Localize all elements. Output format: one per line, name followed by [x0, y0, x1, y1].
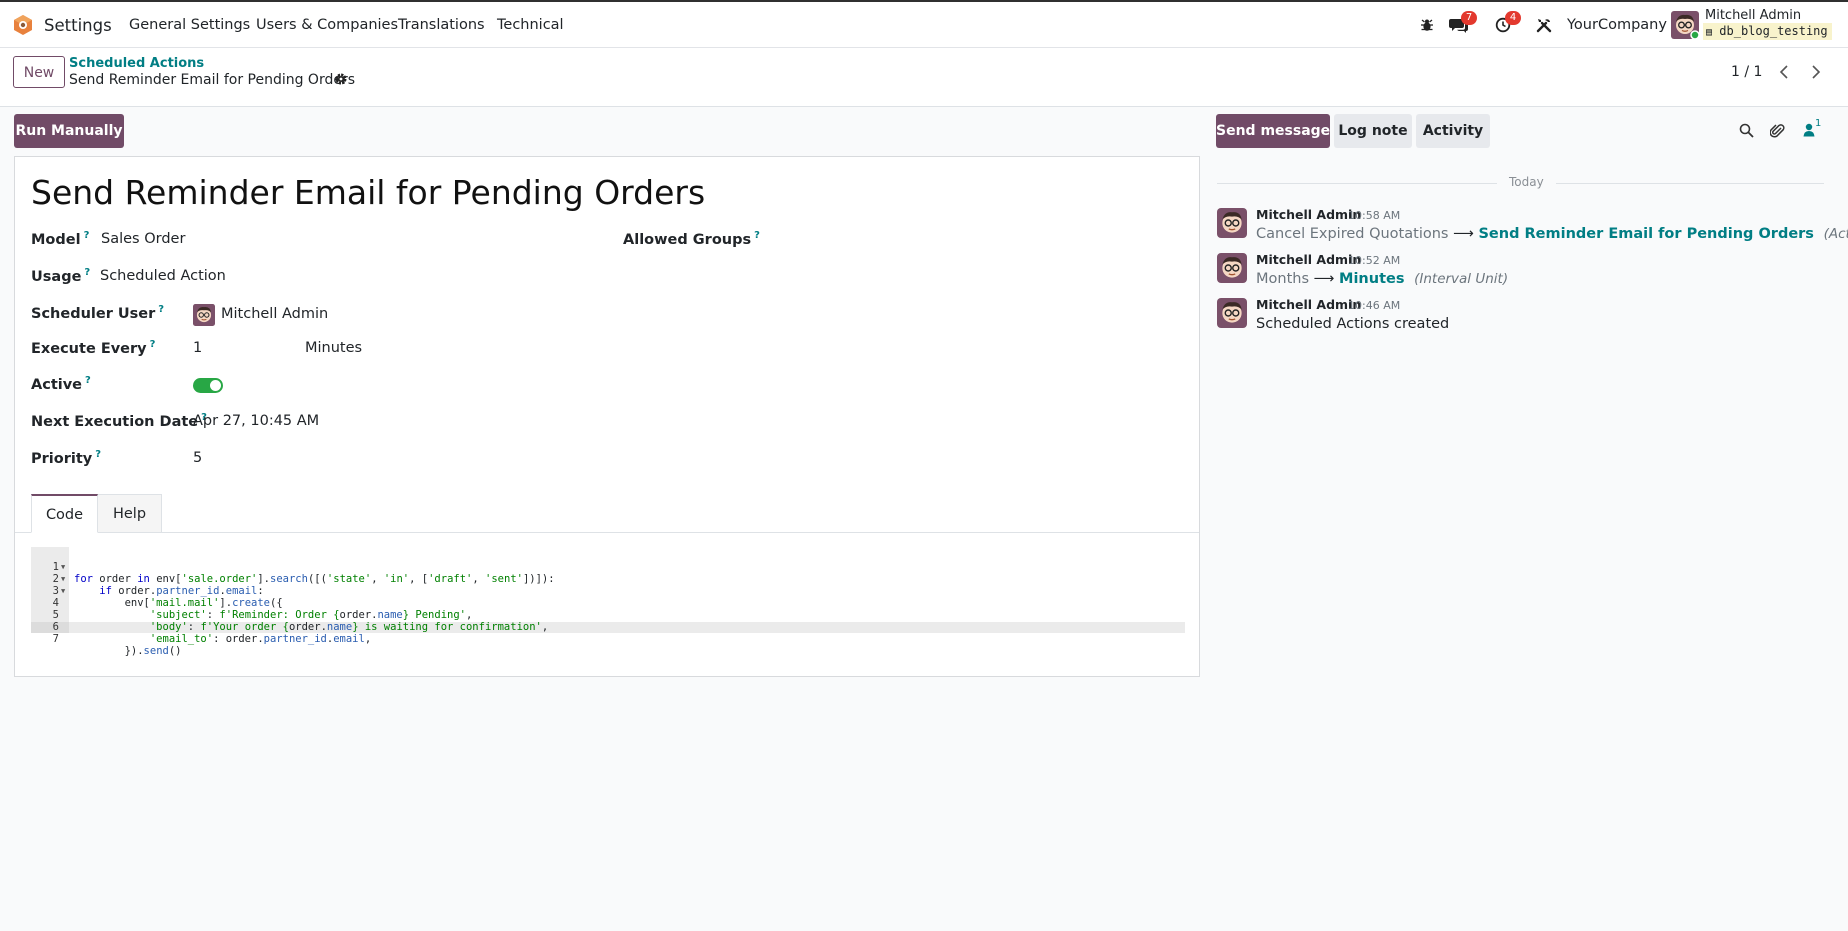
- help-tooltip-icon[interactable]: ?: [158, 304, 164, 315]
- new-value: Minutes: [1339, 271, 1405, 287]
- activity-clock-icon[interactable]: [1495, 2, 1511, 48]
- message-author-avatar[interactable]: [1217, 253, 1247, 283]
- code-line: 5 'body': f'Your order {order.name} is w…: [52, 609, 549, 633]
- active-label: Active?: [31, 375, 91, 393]
- message-author-avatar[interactable]: [1217, 298, 1247, 328]
- menu-general-settings[interactable]: General Settings: [129, 2, 250, 48]
- priority-value[interactable]: 5: [193, 450, 202, 466]
- pager-value[interactable]: 1 / 1: [1731, 64, 1762, 80]
- menu-translations[interactable]: Translations: [398, 2, 485, 48]
- message-author[interactable]: Mitchell Admin: [1256, 252, 1361, 267]
- menu-technical[interactable]: Technical: [497, 2, 564, 48]
- tracked-field-name: (Action Name): [1823, 226, 1848, 242]
- tools-icon[interactable]: [1536, 2, 1552, 48]
- log-note-button[interactable]: Log note: [1334, 114, 1412, 148]
- database-icon: ▤: [1706, 27, 1713, 38]
- scheduler-user-avatar: [193, 304, 215, 330]
- company-switcher[interactable]: YourCompany: [1567, 2, 1667, 48]
- app-name[interactable]: Settings: [44, 2, 112, 48]
- interval-number-input[interactable]: 1: [193, 340, 202, 356]
- next-execution-date-value[interactable]: Apr 27, 10:45 AM: [193, 413, 319, 429]
- help-tooltip-icon[interactable]: ?: [84, 230, 90, 241]
- user-avatar[interactable]: [1671, 2, 1699, 48]
- send-message-button[interactable]: Send message: [1216, 114, 1330, 148]
- pager-next-button[interactable]: [1801, 57, 1831, 87]
- new-value: Send Reminder Email for Pending Orders: [1478, 226, 1814, 242]
- followers-icon[interactable]: [1803, 123, 1815, 141]
- code-line: 7 }).send(): [52, 633, 182, 657]
- scheduler-user-label: Scheduler User?: [31, 304, 165, 322]
- breadcrumb-scheduled-actions[interactable]: Scheduled Actions: [69, 56, 204, 71]
- tracking-change: Months ⟶ Minutes (Interval Unit): [1256, 271, 1508, 287]
- menu-users-companies[interactable]: Users & Companies: [256, 2, 398, 48]
- code-line: 1 ▼ for order in env['sale.order'].search…: [52, 561, 555, 585]
- breadcrumb-current-record: Send Reminder Email for Pending Orders: [69, 72, 356, 88]
- code-line: 4 'subject': f'Reminder: Order {order.na…: [52, 597, 473, 621]
- code-line: 6 'email_to': order.partner_id.email,: [52, 621, 372, 645]
- code-line: 3 ▼ env['mail.mail'].create({: [52, 585, 283, 609]
- message-author[interactable]: Mitchell Admin: [1256, 207, 1361, 222]
- paperclip-icon[interactable]: [1769, 122, 1785, 143]
- control-panel: New Scheduled Actions Send Reminder Emai…: [0, 48, 1848, 107]
- help-tooltip-icon[interactable]: ?: [754, 230, 760, 241]
- new-button[interactable]: New: [13, 56, 65, 88]
- execute-every-label: Execute Every?: [31, 339, 156, 357]
- search-icon[interactable]: [1739, 123, 1754, 142]
- database-name: ▤ db_blog_testing: [1703, 23, 1832, 40]
- message-time: 10:58 AM: [1348, 209, 1401, 222]
- message-author-avatar[interactable]: [1217, 208, 1247, 238]
- bug-icon[interactable]: [1420, 2, 1434, 48]
- arrow-right-icon: ⟶: [1453, 226, 1479, 242]
- date-separator-label: Today: [1497, 175, 1556, 189]
- help-tooltip-icon[interactable]: ?: [95, 449, 101, 460]
- pager-previous-button[interactable]: [1769, 57, 1799, 87]
- tab-help[interactable]: Help: [98, 494, 162, 532]
- active-toggle[interactable]: [193, 378, 223, 393]
- help-tooltip-icon[interactable]: ?: [84, 267, 90, 278]
- code-editor[interactable]: 1 ▼ for order in env['sale.order'].search…: [31, 547, 1185, 657]
- old-value: Months: [1256, 271, 1310, 287]
- messages-badge: 7: [1461, 11, 1477, 25]
- message-author[interactable]: Mitchell Admin: [1256, 297, 1361, 312]
- old-value: Cancel Expired Quotations: [1256, 226, 1449, 242]
- help-tooltip-icon[interactable]: ?: [85, 375, 91, 386]
- help-tooltip-icon[interactable]: ?: [150, 339, 156, 350]
- message-body: Scheduled Actions created: [1256, 316, 1450, 332]
- navbar: Settings General Settings Users & Compan…: [0, 2, 1848, 48]
- user-name[interactable]: Mitchell Admin: [1705, 8, 1801, 23]
- odoo-logo-icon[interactable]: [13, 2, 33, 48]
- priority-label: Priority?: [31, 449, 102, 467]
- message-time: 10:52 AM: [1348, 254, 1401, 267]
- database-label: db_blog_testing: [1719, 24, 1828, 38]
- usage-label: Usage?: [31, 267, 91, 285]
- message-time: 10:46 AM: [1348, 299, 1401, 312]
- run-manually-button[interactable]: Run Manually: [14, 114, 124, 148]
- activity-button[interactable]: Activity: [1416, 114, 1490, 148]
- messages-icon[interactable]: [1449, 2, 1469, 48]
- form-sheet: Send Reminder Email for Pending Orders M…: [14, 156, 1200, 677]
- next-execution-date-label: Next Execution Date?: [31, 412, 207, 430]
- model-label: Model?: [31, 230, 90, 248]
- allowed-groups-label: Allowed Groups?: [623, 230, 760, 248]
- tracking-change: Cancel Expired Quotations ⟶ Send Reminde…: [1256, 226, 1848, 242]
- usage-value[interactable]: Scheduled Action: [100, 268, 226, 284]
- scheduler-user-value[interactable]: Mitchell Admin: [221, 306, 328, 322]
- interval-unit-select[interactable]: Minutes: [305, 340, 362, 356]
- tabs-divider: [15, 532, 1199, 533]
- tab-code[interactable]: Code: [31, 494, 98, 533]
- arrow-right-icon: ⟶: [1313, 271, 1340, 287]
- tracked-field-name: (Interval Unit): [1414, 271, 1509, 287]
- action-name-field[interactable]: Send Reminder Email for Pending Orders: [31, 173, 705, 212]
- code-line: 2 ▼ if order.partner_id.email:: [52, 573, 264, 597]
- followers-count[interactable]: 1: [1815, 118, 1821, 129]
- activities-badge: 4: [1505, 11, 1521, 25]
- model-value[interactable]: Sales Order: [101, 231, 185, 247]
- gear-icon[interactable]: [334, 72, 348, 90]
